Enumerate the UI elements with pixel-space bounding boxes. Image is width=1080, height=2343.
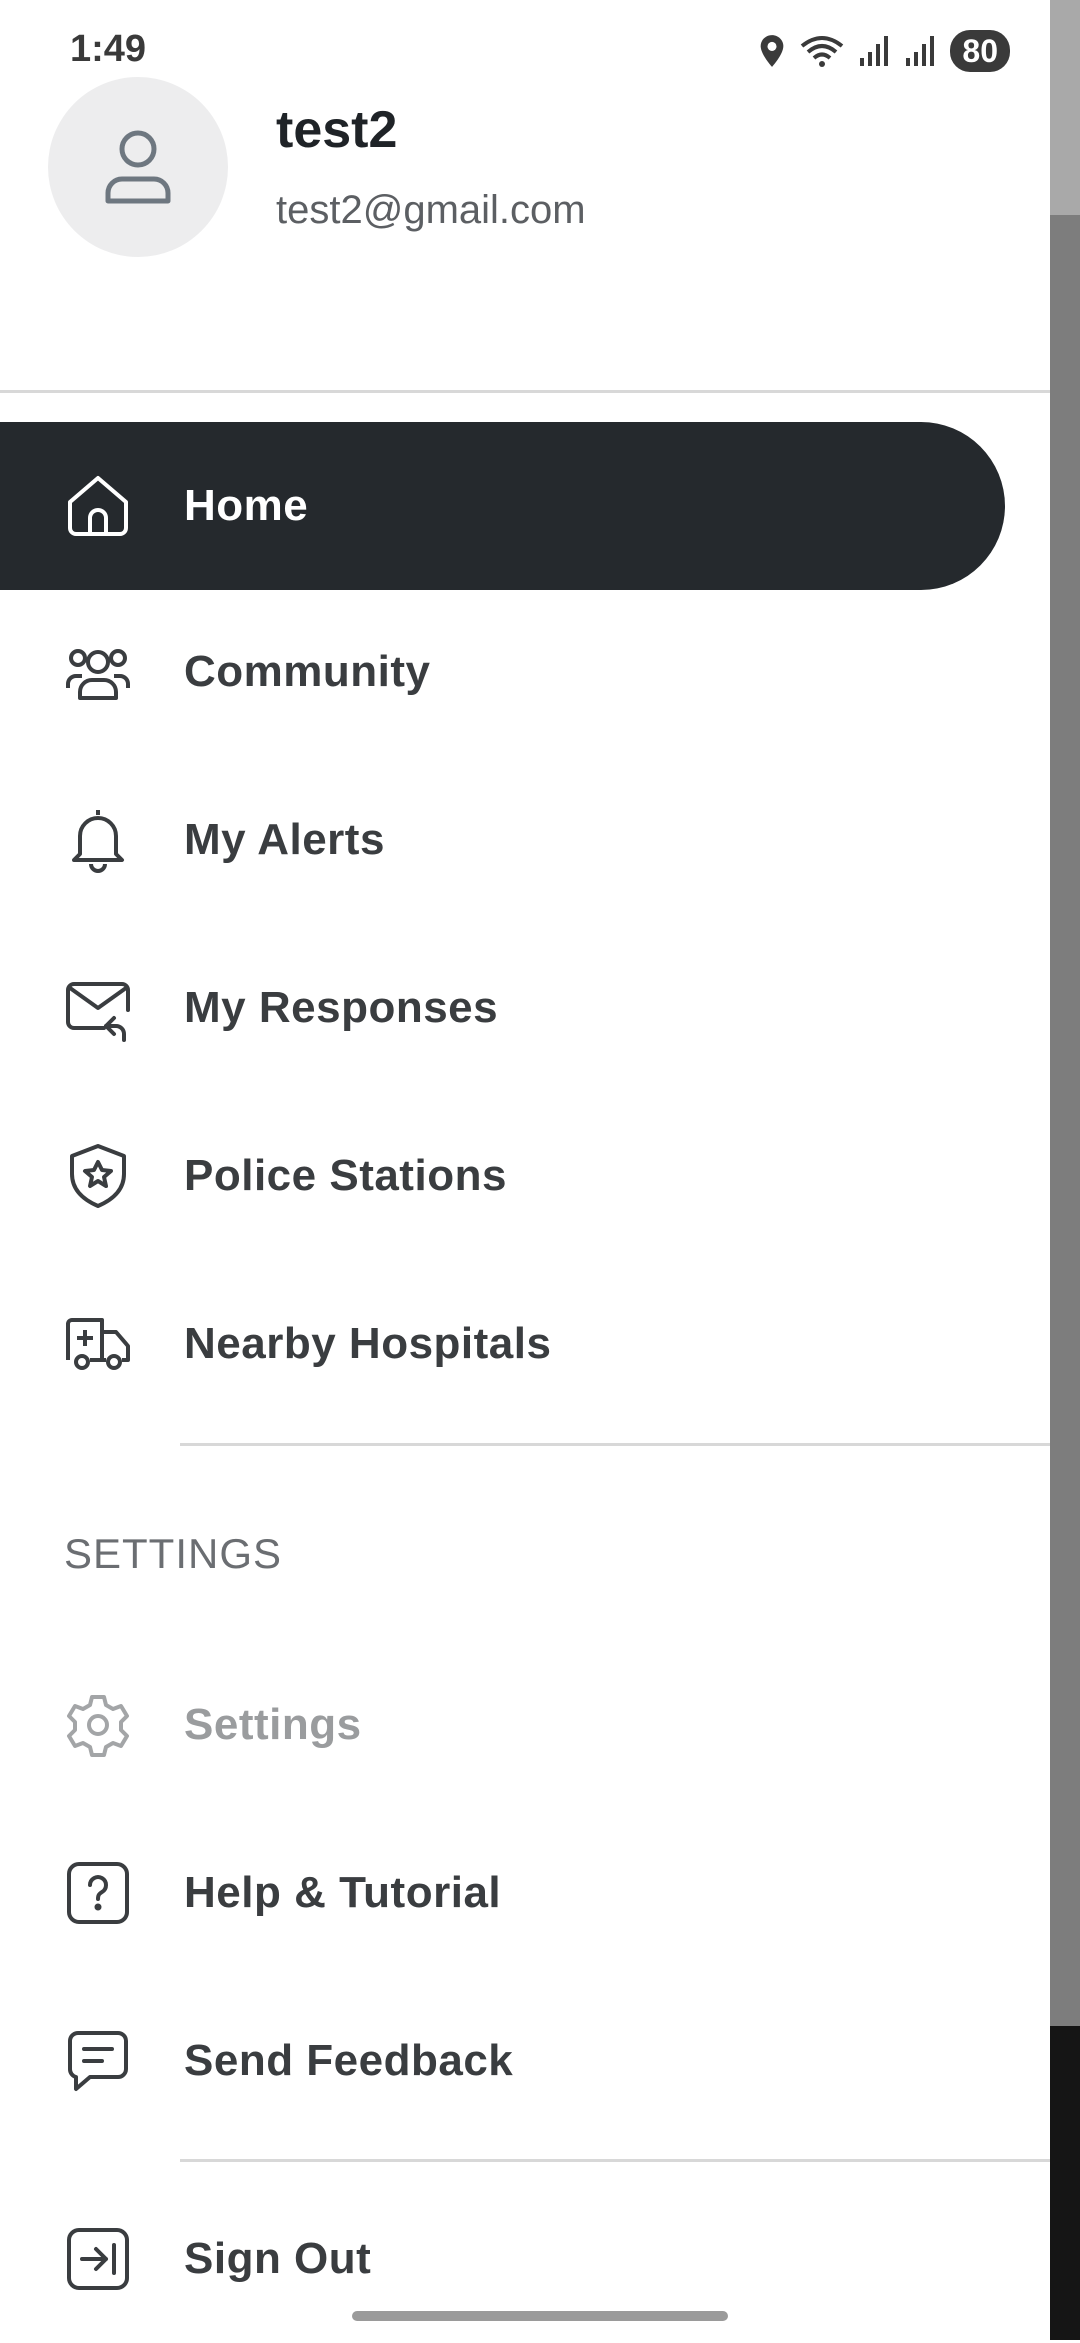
help-icon <box>67 1862 129 1924</box>
nav-item-my-alerts[interactable]: My Alerts <box>0 756 1005 924</box>
gear-icon <box>67 1695 129 1757</box>
backdrop-bottom <box>1050 2026 1080 2340</box>
nav-item-label: Help & Tutorial <box>184 1868 502 1917</box>
signal-icon-2 <box>906 36 935 66</box>
home-indicator[interactable] <box>352 2311 728 2321</box>
status-time: 1:49 <box>70 28 147 70</box>
wifi-icon <box>801 36 844 67</box>
feedback-icon <box>68 2031 128 2091</box>
nav-item-label: Community <box>184 647 431 696</box>
nav-item-settings[interactable]: Settings <box>0 1641 1005 1809</box>
profile-email: test2@gmail.com <box>276 188 586 232</box>
nav-divider <box>180 1443 1050 1446</box>
nav-item-send-feedback[interactable]: Send Feedback <box>0 1977 1005 2145</box>
settings-divider <box>180 2159 1050 2162</box>
scrim-backdrop[interactable] <box>1050 0 1080 2340</box>
nav-item-label: Home <box>184 481 309 530</box>
home-icon <box>68 476 128 536</box>
ambulance-icon <box>66 1318 130 1370</box>
nav-item-community[interactable]: Community <box>0 588 1005 756</box>
nav-item-label: Nearby Hospitals <box>184 1319 552 1368</box>
police-badge-icon <box>70 1144 126 1208</box>
nav-item-help-tutorial[interactable]: Help & Tutorial <box>0 1809 1005 1977</box>
header-divider <box>0 390 1050 393</box>
logout-icon <box>67 2228 129 2290</box>
battery-indicator: 80 <box>950 30 1010 72</box>
users-icon <box>66 649 130 700</box>
nav-item-label: My Responses <box>184 983 499 1032</box>
nav-item-label: Settings <box>184 1700 362 1749</box>
navigation-drawer: 1:49 80 test2 test2@gmail.com Home Commu… <box>0 0 1050 2340</box>
settings-section-title: SETTINGS <box>64 1530 283 1577</box>
profile-name: test2 <box>276 101 398 159</box>
location-icon <box>761 35 784 67</box>
nav-item-police-stations[interactable]: Police Stations <box>0 1092 1005 1260</box>
mail-reply-icon <box>66 982 130 1042</box>
status-icons: 80 <box>758 30 1010 72</box>
backdrop-header <box>1050 0 1080 215</box>
nav-item-label: Police Stations <box>184 1151 507 1200</box>
nav-item-label: My Alerts <box>184 815 385 864</box>
user-icon <box>105 130 171 204</box>
nav-item-nearby-hospitals[interactable]: Nearby Hospitals <box>0 1260 1005 1428</box>
nav-item-home[interactable]: Home <box>0 422 1005 590</box>
avatar[interactable] <box>48 77 228 257</box>
bell-icon <box>72 810 124 873</box>
signal-icon <box>860 36 889 66</box>
nav-item-my-responses[interactable]: My Responses <box>0 924 1005 1092</box>
nav-item-label: Send Feedback <box>184 2036 514 2085</box>
nav-item-label: Sign Out <box>184 2234 372 2283</box>
